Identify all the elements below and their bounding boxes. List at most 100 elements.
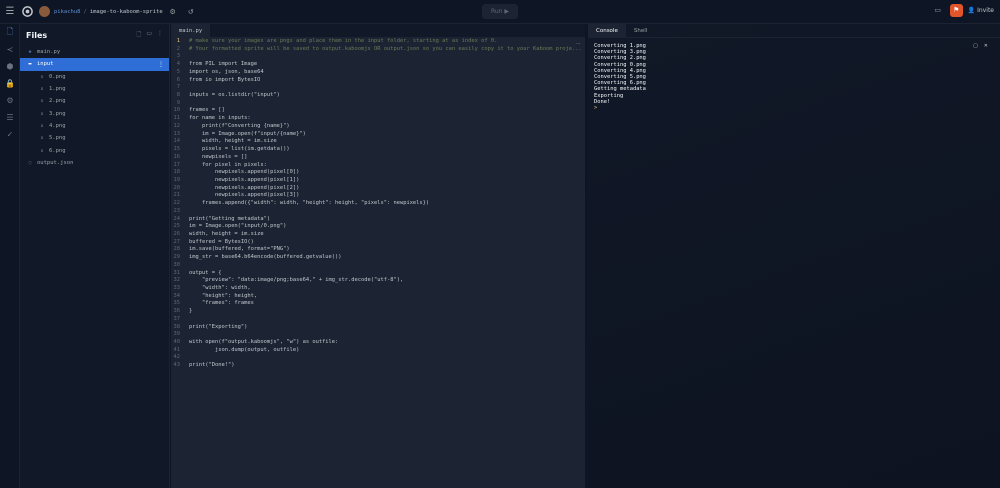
line-number: 5 (176, 68, 180, 75)
file-tree-item[interactable]: ▫ 0.png (20, 71, 169, 83)
code-line[interactable]: 30 (171, 262, 585, 270)
code-line[interactable]: 12 print(f"Converting {name}") (171, 123, 585, 131)
code-line[interactable]: 32 "preview": "data:image/png;base64," +… (171, 277, 585, 285)
file-tree-item[interactable]: ▫ 1.png (20, 83, 169, 95)
code-line[interactable]: 26 width, height = im.size (171, 231, 585, 239)
file-tree-label: 5.png (49, 135, 66, 142)
file-tree-item[interactable]: ▬ input ⋮ (20, 58, 169, 71)
code-line[interactable]: 21 newpixels.append(pixel[3]) (171, 192, 585, 200)
tab-shell[interactable]: Shell (626, 24, 655, 38)
breadcrumb-user[interactable]: pikachu8 (54, 9, 81, 15)
code-line[interactable]: 31 output = { (171, 270, 585, 278)
breadcrumb-repl-name[interactable]: image-to-kaboom-sprite (90, 9, 163, 15)
line-number: 33 (173, 285, 181, 291)
menu-icon[interactable]: ☰ (3, 5, 17, 19)
code-line[interactable]: 36} (171, 308, 585, 316)
file-tree-item[interactable]: ◌ output.json (20, 157, 169, 169)
file-tree-item[interactable]: ▫ 2.png (20, 95, 169, 107)
notification-icon[interactable]: ⚑ (949, 3, 963, 17)
code-line[interactable]: 9 (171, 100, 585, 108)
files-icon[interactable]: 🗋 (0, 24, 20, 41)
more-icon[interactable]: ⋮ (157, 30, 163, 40)
file-tree-item[interactable]: ▫ 3.png (20, 107, 169, 119)
code-line[interactable]: 35 "frames": frames (171, 300, 585, 308)
line-number: 37 (173, 315, 181, 322)
more-icon[interactable]: ⋯ (576, 41, 581, 47)
tab-console[interactable]: Console (588, 23, 626, 38)
file-tree-item[interactable]: ▫ 6.png (20, 144, 169, 156)
code-line[interactable]: 39 (171, 331, 585, 339)
share-icon[interactable]: ≺ (0, 41, 20, 58)
new-file-icon[interactable]: 🗋 (137, 30, 142, 40)
gear-icon[interactable]: ⚙ (166, 5, 180, 19)
history-icon[interactable]: ↺ (184, 5, 198, 19)
code-line[interactable]: 42 (171, 354, 585, 362)
file-tree-item[interactable]: ❖ main.py (20, 46, 169, 58)
code-line[interactable]: 1 # make sure your images are pngs and pl… (171, 38, 585, 46)
code-line[interactable]: 7 (171, 84, 585, 92)
code-line[interactable]: 19 newpixels.append(pixel[1]) (171, 177, 585, 185)
line-text: frames.append({"width": width, "height":… (189, 200, 430, 207)
code-line[interactable]: 18 newpixels.append(pixel[0]) (171, 169, 585, 177)
line-text: newpixels = [] (189, 153, 248, 160)
packages-icon[interactable]: ⬢ (0, 58, 20, 75)
code-line[interactable]: 22 frames.append({"width": width, "heigh… (171, 200, 585, 208)
console-prompt[interactable]: > (594, 105, 646, 111)
code-line[interactable]: 28 im.save(buffered, format="PNG") (171, 246, 585, 254)
line-number: 31 (173, 269, 181, 276)
line-number: 23 (173, 207, 181, 214)
code-line[interactable]: 40 with open(f"output.kaboomjs", "w") as … (171, 339, 585, 347)
avatar[interactable] (39, 6, 50, 17)
code-line[interactable]: 38 print("Exporting") (171, 324, 585, 332)
file-icon: ▫ (40, 110, 44, 117)
code-line[interactable]: 5 import os, json, base64 (171, 69, 585, 77)
code-line[interactable]: 6 from io import BytesIO (171, 77, 585, 85)
line-number: 14 (173, 138, 181, 145)
code-line[interactable]: 16 newpixels = [] (171, 154, 585, 162)
lock-icon[interactable]: 🔒 (0, 75, 20, 92)
replit-logo-icon[interactable] (20, 5, 34, 19)
code-line[interactable]: 2 # Your formatted sprite will be saved t… (171, 46, 585, 54)
code-line[interactable]: 8 inputs = os.listdir("input") (171, 92, 585, 100)
code-area[interactable]: 1 # make sure your images are pngs and pl… (171, 38, 586, 478)
code-editor[interactable]: main.py 1 # make sure your images are png… (171, 24, 585, 488)
code-line[interactable]: 34 "height": height, (171, 293, 585, 301)
close-icon[interactable]: ✕ (984, 43, 988, 49)
code-line[interactable]: 15 pixels = list(im.getdata()) (171, 146, 585, 154)
settings-icon[interactable]: ⚙ (0, 92, 20, 109)
file-tree-item[interactable]: ▫ 4.png (20, 120, 169, 132)
chat-icon[interactable]: ▭ (931, 3, 945, 17)
new-folder-icon[interactable]: ▭ (146, 30, 152, 40)
check-icon[interactable]: ✓ (0, 126, 20, 143)
code-line[interactable]: 29 img_str = base64.b64encode(buffered.ge… (171, 254, 585, 262)
code-line[interactable]: 20 newpixels.append(pixel[2]) (171, 185, 585, 193)
database-icon[interactable]: ☰ (0, 109, 20, 126)
console-output[interactable]: Converting 1.png Converting 3.png Converti… (594, 43, 646, 111)
code-line[interactable]: 14 width, height = im.size (171, 138, 585, 146)
code-line[interactable]: 33 "width": width, (171, 285, 585, 293)
code-line[interactable]: 3 (171, 53, 585, 61)
clear-console-icon[interactable]: ▢ (973, 43, 978, 49)
code-line[interactable]: 17 for pixel in pixels: (171, 162, 585, 170)
code-line[interactable]: 13 im = Image.open(f"input/{name}") (171, 131, 585, 139)
json-icon: ◌ (28, 159, 32, 166)
code-line[interactable]: 41 json.dump(output, outfile) (171, 347, 585, 355)
file-tree-item[interactable]: ▫ 5.png (20, 132, 169, 144)
code-line[interactable]: 24 print("Getting metadata") (171, 216, 585, 224)
invite-button[interactable]: 👤 Invite (968, 7, 994, 14)
code-line[interactable]: 11 for name in inputs: (171, 115, 585, 123)
file-tree-label: 3.png (49, 110, 66, 117)
run-button[interactable]: Run ▶ (482, 4, 518, 19)
code-line[interactable]: 37 (171, 316, 585, 324)
breadcrumb: pikachu8 / image-to-kaboom-sprite (54, 9, 163, 15)
code-line[interactable]: 43 print("Done!") (171, 362, 585, 370)
tab-main-py[interactable]: main.py (171, 24, 211, 37)
code-line[interactable]: 25 im = Image.open("input/0.png") (171, 223, 585, 231)
code-line[interactable]: 10 frames = [] (171, 107, 585, 115)
line-number: 25 (173, 223, 181, 230)
code-line[interactable]: 27 buffered = BytesIO() (171, 239, 585, 247)
code-line[interactable]: 23 (171, 208, 585, 216)
code-line[interactable]: 4 from PIL import Image (171, 61, 585, 69)
item-more-icon[interactable]: ⋮ (158, 61, 164, 68)
line-number: 3 (176, 53, 180, 60)
